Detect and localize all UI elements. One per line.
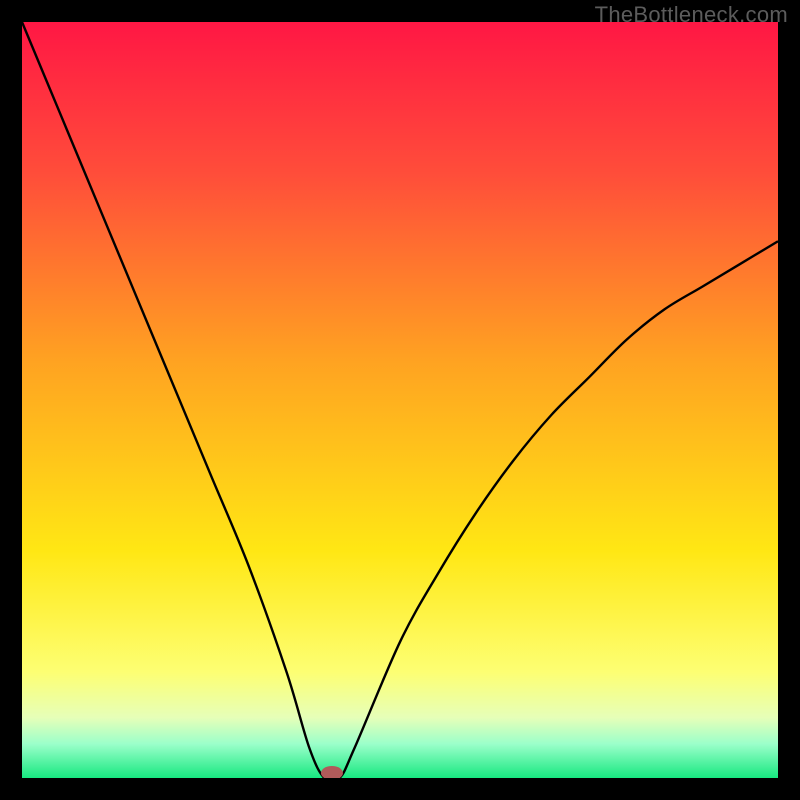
plot-area [22, 22, 778, 778]
bottleneck-chart [22, 22, 778, 778]
gradient-background [22, 22, 778, 778]
watermark-text: TheBottleneck.com [595, 2, 788, 28]
chart-frame: TheBottleneck.com [0, 0, 800, 800]
